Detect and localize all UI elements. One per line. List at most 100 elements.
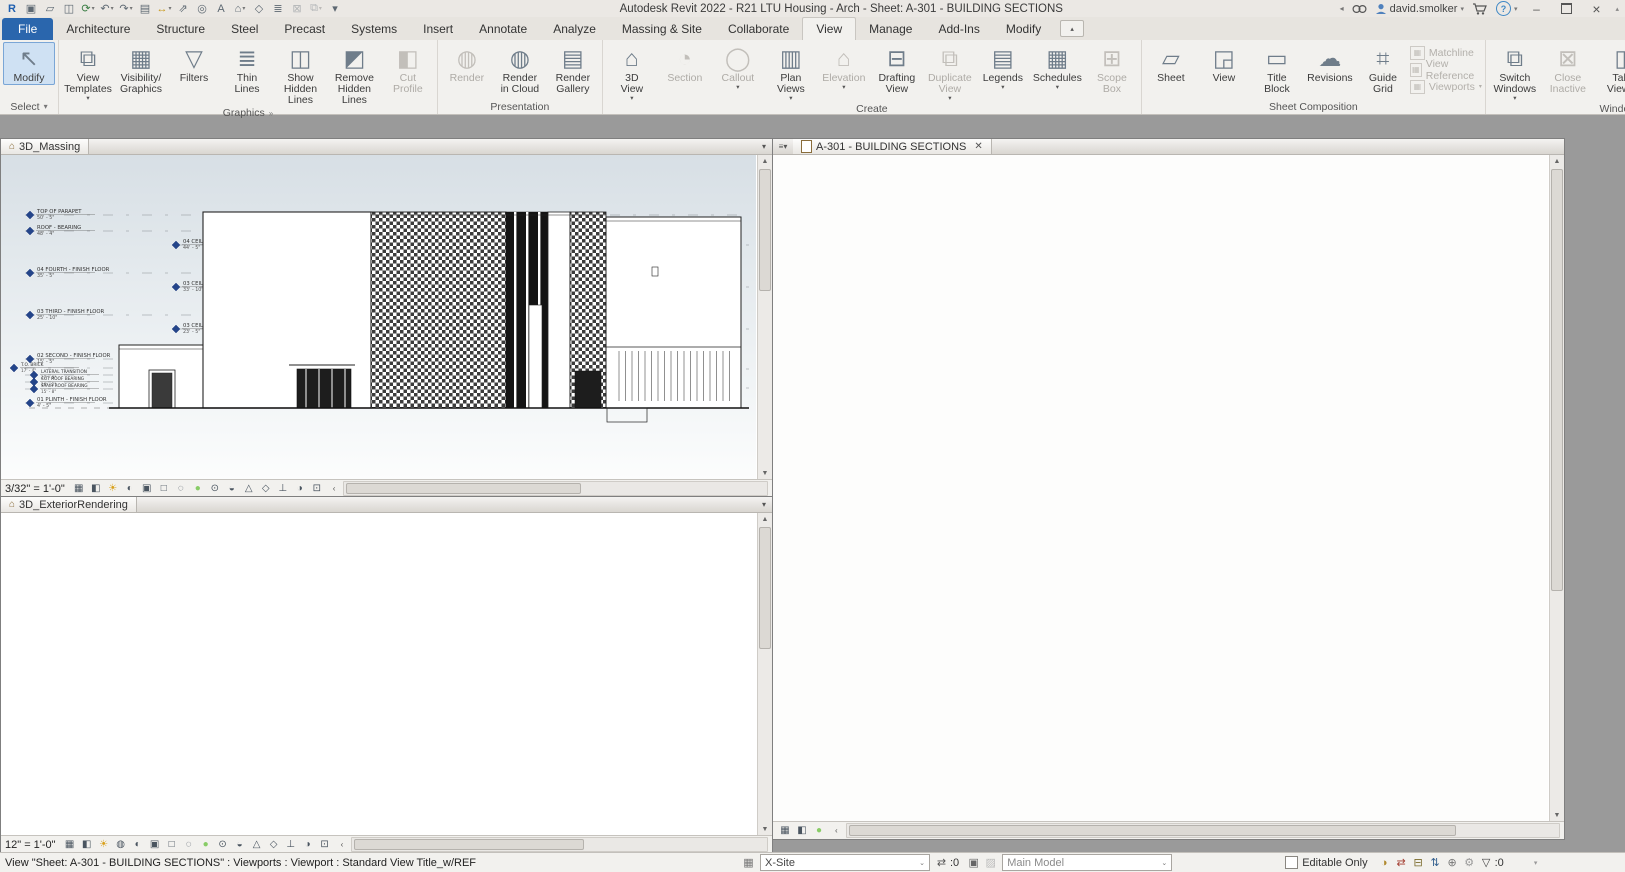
ribbon-tab-analyze[interactable]: Analyze	[540, 18, 609, 40]
ribbon-tab-architecture[interactable]: Architecture	[53, 18, 143, 40]
shadows-icon[interactable]: ◐	[122, 482, 138, 496]
tab-list-menu-icon[interactable]: ≡▾	[773, 142, 793, 151]
tab-a301-building-sections[interactable]: A-301 - BUILDING SECTIONS ✕	[793, 139, 992, 154]
massing-canvas[interactable]: TOP OF PARAPET50' - 5" ROOF - BEARING48' …	[1, 155, 756, 479]
thin-lines-button[interactable]: ≣ Thin Lines	[221, 42, 273, 96]
checkbox[interactable]	[1285, 856, 1299, 869]
sheet-vertical-scrollbar[interactable]: ▲ ▼	[1549, 155, 1564, 821]
ribbon-tab-structure[interactable]: Structure	[143, 18, 218, 40]
customize-quick-access-toolbar-icon[interactable]: ▾	[327, 2, 343, 16]
filter-icon[interactable]: ▽	[1478, 855, 1495, 870]
properties-icon[interactable]: ▣	[23, 2, 39, 16]
close-view-icon[interactable]: ✕	[974, 141, 982, 152]
ribbon-display-toggle[interactable]: ▴	[1060, 20, 1085, 37]
massing-horizontal-scrollbar[interactable]	[343, 481, 768, 496]
borrowers-icon[interactable]: ⊕	[1444, 855, 1461, 870]
editing-requests-icon[interactable]: ⇄	[1393, 855, 1410, 870]
print-icon[interactable]: ▤	[137, 2, 153, 16]
ribbon-tab-systems[interactable]: Systems	[338, 18, 410, 40]
help-menu[interactable]: ? ▾	[1495, 1, 1517, 16]
scroll-down-icon[interactable]: ▼	[762, 823, 769, 835]
temporary-hide-isolate-icon[interactable]: ◌	[173, 482, 189, 496]
detail-level-icon[interactable]: ▦	[777, 824, 793, 838]
schedules-button[interactable]: ▦ Schedules ▾	[1030, 42, 1085, 92]
search-icon[interactable]	[1352, 3, 1367, 15]
tab-list-menu-icon[interactable]: ▾	[756, 142, 772, 151]
reveal-hidden-elements-icon[interactable]: ●	[811, 824, 827, 838]
design-option-select[interactable]: Main Model ⌄	[1002, 854, 1173, 871]
render-in-cloud-button[interactable]: ◍ Render in Cloud	[494, 42, 546, 96]
tab-3d-massing[interactable]: ⌂ 3D_Massing	[1, 139, 90, 154]
scroll-down-icon[interactable]: ▼	[1554, 809, 1561, 821]
ribbon-tab-file[interactable]: File	[2, 18, 54, 40]
pan-zoom-lock-icon[interactable]: ⊡	[309, 482, 325, 496]
relinquish-all-icon[interactable]: ⊟	[1410, 855, 1427, 870]
visibility-graphics-button[interactable]: ▦ Visibility/Graphics	[115, 42, 167, 96]
ribbon-tab-massing-site[interactable]: Massing & Site	[609, 18, 715, 40]
sun-path-icon[interactable]: ☀	[105, 482, 121, 496]
account-menu[interactable]: david.smolker ▾	[1375, 3, 1464, 15]
sheet-horizontal-scrollbar[interactable]	[845, 823, 1560, 838]
switch-windows-icon[interactable]: ⧉ ▾	[308, 2, 324, 16]
tab-views-button[interactable]: ▯TabViews	[1595, 42, 1625, 96]
show-crop-region-icon[interactable]: □	[156, 482, 172, 496]
pan-zoom-lock-icon[interactable]: ⊡	[317, 838, 333, 852]
switch-windows-button[interactable]: ⧉ Switch Windows ▾	[1489, 42, 1541, 103]
highlight-displacement-sets-icon[interactable]: ◇	[258, 482, 274, 496]
app-store-cart-icon[interactable]	[1472, 2, 1488, 15]
close-hidden-windows-icon[interactable]: ⊠	[289, 2, 305, 16]
reveal-constraints-icon[interactable]: ⊥	[283, 838, 299, 852]
show-crop-region-icon[interactable]: □	[164, 838, 180, 852]
modify-button[interactable]: ↖ Modify	[3, 42, 55, 85]
collapse-titlebar-icon[interactable]: ▴	[1615, 5, 1619, 13]
scale-control[interactable]: 3/32" = 1'-0"	[5, 483, 65, 495]
ribbon-tab-precast[interactable]: Precast	[271, 18, 338, 40]
show-analytical-model-icon[interactable]: △	[241, 482, 257, 496]
hscroll-left-icon[interactable]: ‹	[341, 840, 344, 849]
redo-icon[interactable]: ↷ ▾	[118, 2, 134, 16]
temporary-view-properties-icon[interactable]: ◒	[232, 838, 248, 852]
ribbon-tab-manage[interactable]: Manage	[856, 18, 925, 40]
active-workset-select[interactable]: X-Site ⌄	[760, 854, 930, 871]
unlocked-3d-view-icon[interactable]: ⊙	[215, 838, 231, 852]
rendering-canvas[interactable]	[1, 513, 756, 835]
temporary-view-properties-icon[interactable]: ◒	[224, 482, 240, 496]
hscroll-left-icon[interactable]: ‹	[835, 826, 838, 835]
legends-button[interactable]: ▤ Legends ▾	[977, 42, 1029, 92]
ribbon-tab-add-ins[interactable]: Add-Ins	[925, 18, 992, 40]
ribbon-tab-insert[interactable]: Insert	[410, 18, 466, 40]
thin-lines-icon[interactable]: ≣	[270, 2, 286, 16]
show-analytical-model-icon[interactable]: △	[249, 838, 265, 852]
drafting-view-button[interactable]: ⊟ Drafting View	[871, 42, 923, 96]
revisions-button[interactable]: ☁ Revisions	[1304, 42, 1356, 85]
tag-by-category-icon[interactable]: ◎	[194, 2, 210, 16]
visual-style-icon[interactable]: ◧	[794, 824, 810, 838]
reveal-hidden-elements-icon[interactable]: ●	[190, 482, 206, 496]
statusbar-collapse-icon[interactable]: ▾	[1534, 859, 1538, 867]
scroll-down-icon[interactable]: ▼	[762, 467, 769, 479]
massing-vertical-scrollbar[interactable]: ▲ ▼	[757, 155, 772, 479]
filters-button[interactable]: ▽ Filters	[168, 42, 220, 85]
section-icon[interactable]: ◇	[251, 2, 267, 16]
default-3d-view-icon[interactable]: ⌂ ▾	[232, 2, 248, 16]
visual-style-icon[interactable]: ◧	[88, 482, 104, 496]
3d-view-button[interactable]: ⌂ 3D View ▾	[606, 42, 658, 103]
text-icon[interactable]: A	[213, 2, 229, 16]
save-icon[interactable]: ◫	[61, 2, 77, 16]
sheet-button[interactable]: ▱ Sheet	[1145, 42, 1197, 85]
scale-control[interactable]: 12" = 1'-0"	[5, 839, 56, 851]
view-templates-button[interactable]: ⧉ View Templates ▾	[62, 42, 114, 103]
render-gallery-button[interactable]: ▤ Render Gallery	[547, 42, 599, 96]
view-button[interactable]: ◲ View	[1198, 42, 1250, 85]
aligned-dimension-icon[interactable]: ⇗	[175, 2, 191, 16]
plan-views-button[interactable]: ▥ Plan Views ▾	[765, 42, 817, 103]
measure-icon[interactable]: ↔ ▾	[156, 2, 172, 16]
worksharing-display-icon[interactable]: ◑	[292, 482, 308, 496]
crop-view-icon[interactable]: ▣	[147, 838, 163, 852]
open-icon[interactable]: ▱	[42, 2, 58, 16]
close-button[interactable]: ×	[1585, 1, 1607, 17]
editable-only-checkbox[interactable]: Editable Only	[1285, 856, 1368, 869]
title-block-button[interactable]: ▭ Title Block	[1251, 42, 1303, 96]
reload-latest-icon[interactable]: ⇅	[1427, 855, 1444, 870]
scroll-up-icon[interactable]: ▲	[762, 155, 769, 167]
